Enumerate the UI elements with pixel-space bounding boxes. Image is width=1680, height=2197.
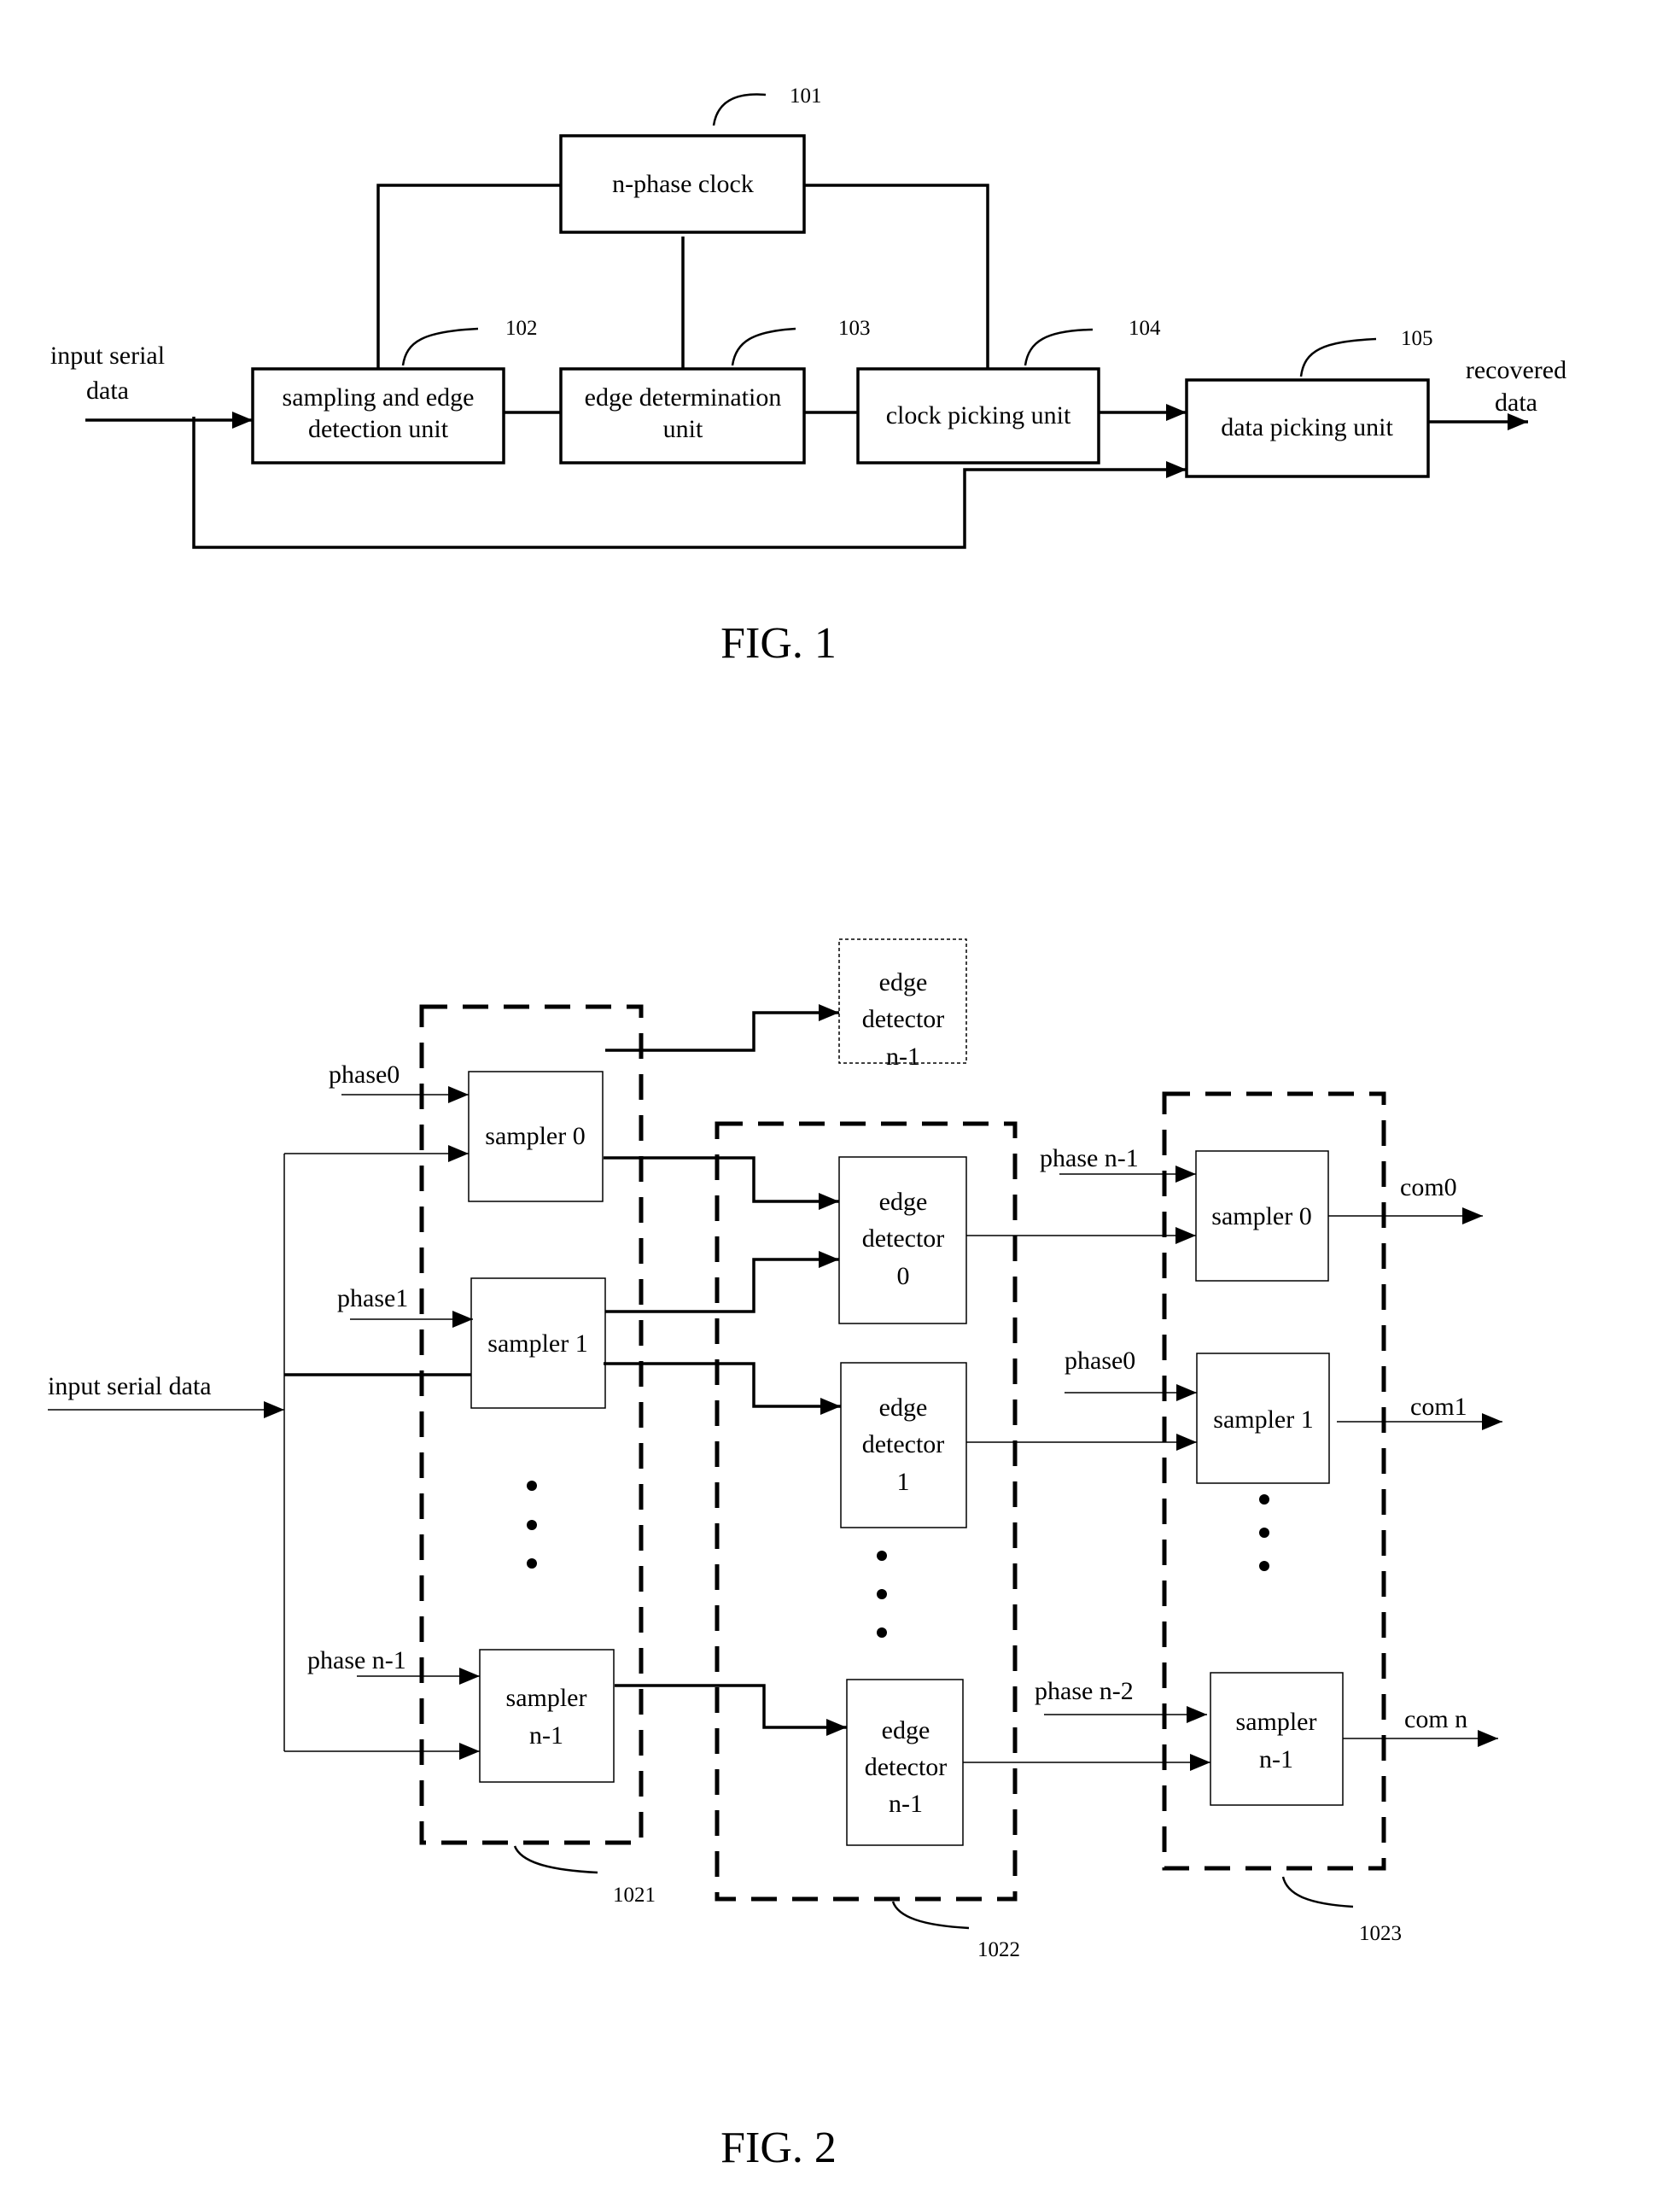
stage1-sampler-1: sampler 1 <box>470 1277 606 1409</box>
sampler-1-label: sampler 1 <box>487 1329 587 1358</box>
ellipsis-dot <box>527 1520 537 1530</box>
edge-det-0-label-1: edge <box>879 1188 928 1216</box>
ellipsis-dot <box>1259 1528 1269 1538</box>
edge-det-n-1-label-1: edge <box>882 1716 930 1744</box>
com1-label: com1 <box>1410 1393 1467 1421</box>
stage1-sampler-0: sampler 0 <box>468 1071 604 1202</box>
ref-104: 104 <box>1129 317 1161 340</box>
recovered-data-label-1: recovered <box>1466 356 1566 384</box>
block-data-picking: data picking unit <box>1185 378 1430 478</box>
ghost-edge-label-2: detector <box>862 1005 945 1033</box>
edge-det-1-label-2: detector <box>862 1430 945 1458</box>
out-phase-n-2-label: phase n-2 <box>1035 1677 1134 1705</box>
fig1: n-phase clock sampling and edge detectio… <box>50 85 1566 668</box>
wire-clock-to-clock-pick <box>804 184 989 369</box>
ref-1021: 1021 <box>613 1884 656 1907</box>
ghost-edge-label-1: edge <box>879 968 928 996</box>
leader-1022 <box>891 1901 970 1930</box>
edge-det-n-1-label-2: detector <box>865 1753 948 1781</box>
edge-detector-n-1-ghost: edge detector n-1 <box>838 938 967 1071</box>
ref-1022: 1022 <box>977 1938 1020 1961</box>
leader-103 <box>731 327 796 366</box>
com-n-label: com n <box>1404 1705 1467 1733</box>
block-clock-picking: clock picking unit <box>856 367 1100 465</box>
ellipsis-dot <box>527 1481 537 1491</box>
out-phase-n-1-label: phase n-1 <box>1040 1144 1139 1172</box>
ellipsis-dot <box>877 1589 887 1599</box>
sampler-n-1-label-2: n-1 <box>529 1721 563 1750</box>
out-sampler-n-1-label-2: n-1 <box>1259 1745 1293 1773</box>
leader-1021 <box>513 1845 598 1874</box>
edge-detector-0: edge detector 0 <box>838 1156 967 1324</box>
out-sampler-0-label: sampler 0 <box>1211 1202 1311 1230</box>
leader-101 <box>712 93 767 126</box>
block-n-phase-clock: n-phase clock <box>559 134 806 234</box>
edge-determination-label-1: edge determination <box>585 383 782 412</box>
com0-label: com0 <box>1400 1173 1457 1201</box>
ref-103: 103 <box>838 317 871 340</box>
block-sampling-edge-detection: sampling and edge detection unit <box>251 367 505 465</box>
n-phase-clock-label: n-phase clock <box>612 170 754 198</box>
fig1-caption: FIG. 1 <box>720 619 837 668</box>
recovered-data-label-2: data <box>1495 389 1537 417</box>
ghost-edge-label-3: n-1 <box>886 1043 920 1071</box>
phase-n-1-label: phase n-1 <box>307 1646 406 1674</box>
stage3-sampler-n-1: sampler n-1 <box>1210 1672 1344 1806</box>
ref-105: 105 <box>1401 327 1433 350</box>
sampler-0-label: sampler 0 <box>485 1122 585 1150</box>
ellipsis-dot <box>877 1551 887 1561</box>
block-edge-determination: edge determination unit <box>559 367 806 465</box>
phase1-label: phase1 <box>337 1284 408 1312</box>
leader-105 <box>1299 337 1377 377</box>
ref-102: 102 <box>505 317 538 340</box>
edge-det-0-label-2: detector <box>862 1224 945 1253</box>
phase0-label: phase0 <box>329 1061 400 1089</box>
leader-104 <box>1024 328 1094 366</box>
ellipsis-dot <box>877 1627 887 1638</box>
input-serial-data-label-1: input serial <box>50 342 165 370</box>
stage3-sampler-1: sampler 1 <box>1196 1353 1330 1484</box>
out-phase0-label: phase0 <box>1065 1347 1135 1375</box>
input-serial-data-label-2: data <box>86 377 129 405</box>
out-sampler-1-label: sampler 1 <box>1213 1405 1313 1434</box>
sampler-n-1-label-1: sampler <box>506 1684 587 1712</box>
edge-determination-label-2: unit <box>663 415 703 443</box>
fig2-caption: FIG. 2 <box>720 2124 837 2172</box>
ref-1023: 1023 <box>1359 1922 1402 1945</box>
ellipsis-dot <box>1259 1494 1269 1505</box>
out-sampler-n-1-label-1: sampler <box>1236 1708 1317 1736</box>
edge-det-1-label-1: edge <box>879 1394 928 1422</box>
sampling-edge-label-2: detection unit <box>308 415 449 443</box>
edge-detector-n-1: edge detector n-1 <box>846 1679 964 1846</box>
wire-sampler-n-1-to-edge-det-n-1 <box>615 1684 847 1736</box>
ellipsis-dot <box>527 1558 537 1569</box>
leader-102 <box>401 327 479 366</box>
patent-drawing: n-phase clock sampling and edge detectio… <box>48 85 1566 2172</box>
stage3-sampler-0: sampler 0 <box>1195 1150 1329 1282</box>
wire-sampler0-to-edge-det-0 <box>604 1156 839 1210</box>
fig2: input serial data sampler 0 phase0 sampl… <box>48 938 1502 2172</box>
leader-1023 <box>1281 1876 1354 1908</box>
data-picking-label: data picking unit <box>1221 413 1393 441</box>
ref-101: 101 <box>790 85 822 108</box>
sampling-edge-label-1: sampling and edge <box>283 383 475 412</box>
edge-det-1-label-3: 1 <box>897 1468 910 1496</box>
input-serial-data-label: input serial data <box>48 1372 212 1400</box>
wire-clock-to-sampling <box>376 184 561 369</box>
edge-det-0-label-3: 0 <box>897 1262 910 1290</box>
edge-detector-1: edge detector 1 <box>840 1362 967 1528</box>
ellipsis-dot <box>1259 1561 1269 1571</box>
stage1-sampler-n-1: sampler n-1 <box>479 1649 615 1783</box>
clock-picking-label: clock picking unit <box>886 401 1071 429</box>
edge-det-n-1-label-3: n-1 <box>889 1790 923 1818</box>
